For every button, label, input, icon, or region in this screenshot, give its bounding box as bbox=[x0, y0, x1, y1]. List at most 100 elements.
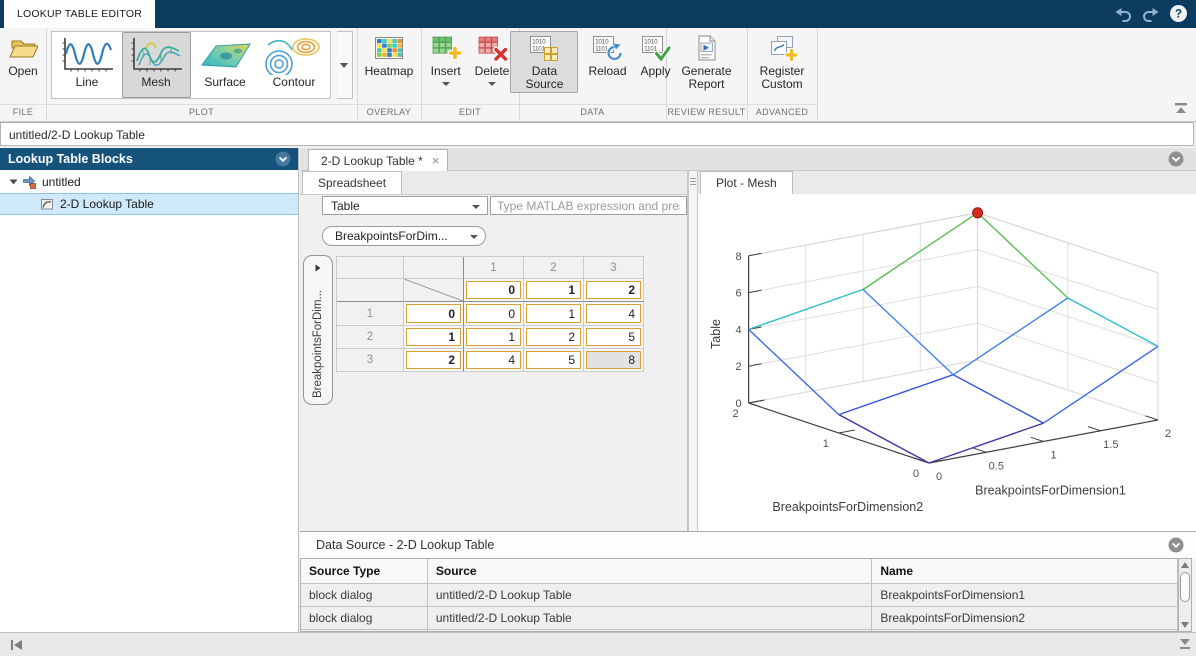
collapse-ribbon-icon[interactable] bbox=[1174, 102, 1188, 115]
table-cell: BreakpointsForDimension1 bbox=[872, 584, 1178, 607]
ribbon-tab-lookup-table-editor[interactable]: LOOKUP TABLE EDITOR bbox=[4, 0, 155, 28]
open-label: Open bbox=[8, 65, 37, 78]
row-axis-selector[interactable]: BreakpointsForDim... bbox=[303, 255, 333, 405]
svg-text:BreakpointsForDimension2: BreakpointsForDimension2 bbox=[772, 500, 923, 514]
gallery-more-button[interactable] bbox=[337, 31, 353, 99]
table-insert-icon bbox=[431, 34, 461, 62]
col-breakpoint-cell[interactable]: 2 bbox=[584, 279, 644, 302]
table-data-cell[interactable]: 8 bbox=[584, 349, 644, 372]
lookup-table-icon bbox=[38, 197, 56, 211]
data-source-button[interactable]: 10101101Data Source bbox=[510, 31, 578, 93]
splitter-handle[interactable] bbox=[690, 176, 696, 187]
open-button[interactable]: Open bbox=[4, 31, 42, 80]
table-data-cell[interactable]: 5 bbox=[524, 349, 584, 372]
splitter[interactable] bbox=[688, 171, 698, 531]
tab-spreadsheet[interactable]: Spreadsheet bbox=[302, 171, 402, 194]
lookup-table-icon bbox=[40, 197, 54, 211]
tab-2d-lookup-table-document[interactable]: 2-D Lookup Table * × bbox=[308, 149, 448, 171]
table-data-cell[interactable]: 4 bbox=[464, 349, 524, 372]
gallery-item-label: Contour bbox=[273, 75, 316, 89]
register-custom-button[interactable]: Register Custom bbox=[748, 31, 816, 93]
breadcrumb-text: untitled/2-D Lookup Table bbox=[9, 128, 145, 142]
title-bar: LOOKUP TABLE EDITOR ? bbox=[0, 0, 1196, 28]
help-icon[interactable]: ? bbox=[1169, 4, 1188, 23]
redo-icon[interactable] bbox=[1141, 6, 1161, 22]
close-icon[interactable]: × bbox=[432, 155, 440, 167]
svg-text:1101: 1101 bbox=[533, 47, 547, 53]
skip-to-start-icon[interactable] bbox=[10, 639, 24, 651]
gallery-item-mesh[interactable]: Mesh bbox=[122, 32, 191, 98]
table-data-cell[interactable]: 2 bbox=[524, 326, 584, 349]
table-data-cell[interactable]: 1 bbox=[524, 302, 584, 326]
scroll-up-icon[interactable] bbox=[1179, 559, 1191, 571]
tab-plot-mesh[interactable]: Plot - Mesh bbox=[700, 171, 793, 194]
gallery-item-contour[interactable]: Contour bbox=[260, 32, 329, 98]
ribbon-section-data: 10101101Data Source10101101Reload1010110… bbox=[519, 28, 667, 120]
spreadsheet-tab-strip: Spreadsheet bbox=[300, 171, 687, 195]
tree-item-label: untitled bbox=[42, 175, 81, 189]
reload-button[interactable]: 10101101Reload bbox=[584, 31, 630, 80]
table-data-cell[interactable]: 0 bbox=[464, 302, 524, 326]
insert-button[interactable]: Insert bbox=[427, 31, 465, 88]
col-breakpoint-cell[interactable]: 1 bbox=[524, 279, 584, 302]
scrollbar-thumb[interactable] bbox=[1180, 572, 1190, 602]
grid-corner bbox=[337, 279, 404, 302]
column-header: 1 bbox=[464, 257, 524, 279]
gallery-item-surface[interactable]: Surface bbox=[191, 32, 260, 98]
table-selector-dropdown[interactable]: Table bbox=[322, 196, 488, 215]
expand-caret-icon[interactable] bbox=[6, 178, 20, 186]
row-axis-label: BreakpointsForDim... bbox=[312, 282, 324, 398]
table-cell: untitled/2-D Lookup Table bbox=[428, 607, 872, 630]
selected-point-marker bbox=[973, 208, 983, 218]
matlab-expression-input[interactable] bbox=[490, 196, 687, 215]
generate-report-label: Generate Report bbox=[677, 65, 737, 91]
undo-icon[interactable] bbox=[1113, 6, 1133, 22]
col-breakpoint-cell[interactable]: 0 bbox=[464, 279, 524, 302]
ribbon-section-edit: InsertDelete EDIT bbox=[421, 28, 520, 120]
tree-item-2-d-lookup-table[interactable]: 2-D Lookup Table bbox=[0, 193, 298, 215]
table-data-cell[interactable]: 1 bbox=[464, 326, 524, 349]
svg-text:0.5: 0.5 bbox=[989, 460, 1004, 472]
cell-value: 4 bbox=[586, 304, 641, 323]
table-row[interactable]: block dialoguntitled/2-D Lookup TableBre… bbox=[301, 607, 1178, 630]
cell-value: 1 bbox=[466, 328, 521, 346]
mesh-plot-canvas[interactable]: 00.511.5201202468BreakpointsForDimension… bbox=[698, 194, 1196, 531]
mesh-plot-icon bbox=[127, 35, 185, 75]
document-tab-strip: 2-D Lookup Table * × bbox=[300, 148, 1196, 171]
breadcrumb[interactable]: untitled/2-D Lookup Table bbox=[0, 122, 1194, 146]
scroll-down-icon[interactable] bbox=[1179, 619, 1191, 631]
svg-text:8: 8 bbox=[735, 251, 741, 263]
tree-item-untitled[interactable]: untitled bbox=[0, 171, 298, 193]
column-header: 2 bbox=[524, 257, 584, 279]
svg-text:BreakpointsForDimension1: BreakpointsForDimension1 bbox=[975, 484, 1126, 498]
table-selector-value: Table bbox=[331, 197, 360, 215]
spreadsheet-panel: Spreadsheet Table BreakpointsForDim... B… bbox=[300, 171, 688, 531]
breakpoint-selector-value: BreakpointsForDim... bbox=[335, 227, 448, 246]
app-tab-label: LOOKUP TABLE EDITOR bbox=[17, 8, 142, 20]
table-column-header: Source bbox=[428, 559, 872, 584]
table-delete-icon bbox=[477, 34, 507, 62]
collapse-panel-icon[interactable] bbox=[1168, 151, 1184, 167]
vertical-scrollbar[interactable] bbox=[1178, 558, 1192, 632]
table-cell: BreakpointsForDimension2 bbox=[872, 607, 1178, 630]
row-breakpoint-cell[interactable]: 0 bbox=[404, 302, 464, 326]
plot-type-gallery: LineMeshSurface Contour bbox=[51, 31, 331, 99]
table-row[interactable]: block dialoguntitled/2-D Lookup TableBre… bbox=[301, 584, 1178, 607]
breakpoint-selector-dropdown[interactable]: BreakpointsForDim... bbox=[322, 226, 486, 246]
collapse-panel-icon[interactable] bbox=[275, 151, 291, 167]
svg-text:0: 0 bbox=[735, 398, 741, 410]
line-plot-icon bbox=[58, 35, 116, 75]
row-breakpoint-cell[interactable]: 1 bbox=[404, 326, 464, 349]
generate-report-button[interactable]: Generate Report bbox=[673, 31, 741, 93]
row-breakpoint-cell[interactable]: 2 bbox=[404, 349, 464, 372]
collapse-panel-icon[interactable] bbox=[1168, 537, 1184, 553]
heatmap-button[interactable]: Heatmap bbox=[361, 31, 418, 80]
register-custom-icon bbox=[767, 34, 797, 62]
table-data-cell[interactable]: 4 bbox=[584, 302, 644, 326]
collapse-bottom-icon[interactable] bbox=[1178, 637, 1192, 650]
gallery-item-line[interactable]: Line bbox=[53, 32, 122, 98]
row-header: 3 bbox=[337, 349, 404, 372]
table-data-cell[interactable]: 5 bbox=[584, 326, 644, 349]
ribbon-section-label: EDIT bbox=[421, 104, 519, 120]
delete-button[interactable]: Delete bbox=[471, 31, 514, 88]
